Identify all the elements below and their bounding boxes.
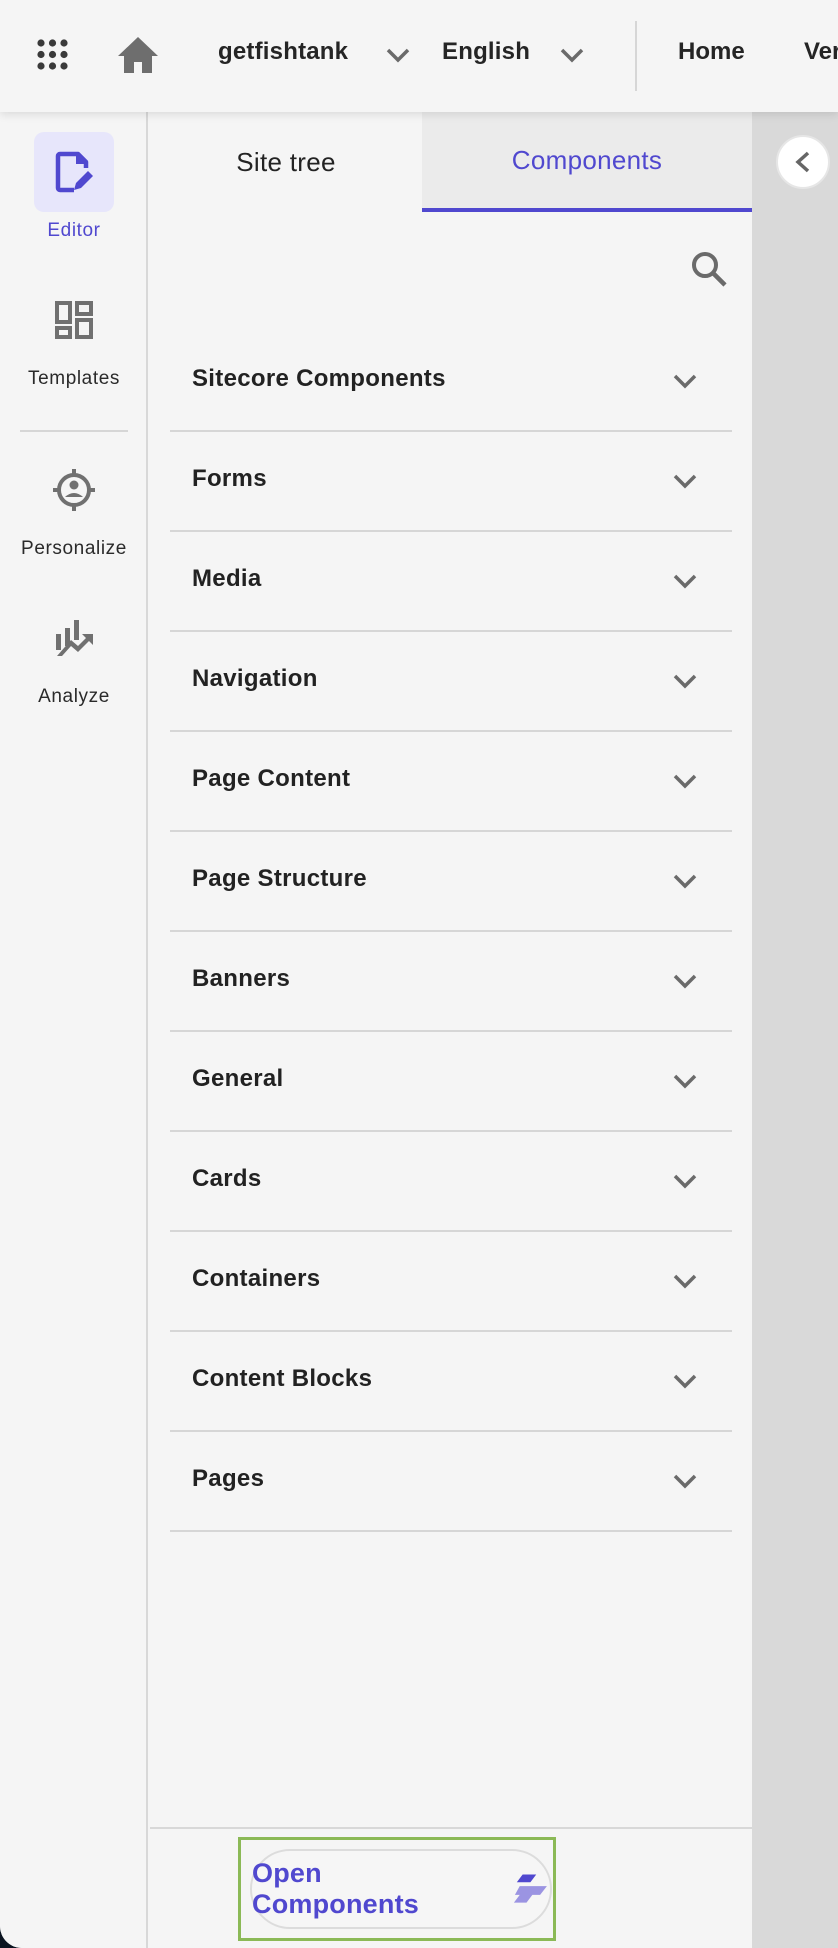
chevron-down-icon [673, 874, 697, 889]
category-item[interactable]: Page Structure [170, 832, 732, 932]
components-logo-icon [514, 1874, 548, 1903]
search-icon [692, 252, 727, 287]
chevron-down-icon [673, 1274, 697, 1289]
panel-footer: Open Components [150, 1827, 752, 1948]
rail-icon-wrap [34, 450, 114, 530]
category-name: General [192, 1065, 284, 1092]
home-icon [118, 37, 158, 73]
category-name: Cards [192, 1165, 262, 1192]
category-item[interactable]: Page Content [170, 732, 732, 832]
rail-item-templates[interactable]: Templates [0, 280, 148, 390]
category-item[interactable]: Banners [170, 932, 732, 1032]
chevron-down-icon [673, 774, 697, 789]
rail-label-templates: Templates [28, 368, 120, 389]
rail-divider [20, 430, 128, 432]
language-selector-chevron-down-icon[interactable] [559, 46, 585, 64]
category-name: Page Content [192, 765, 351, 792]
rail-label-editor: Editor [47, 220, 101, 241]
category-name: Sitecore Components [192, 365, 446, 392]
chevron-down-icon [673, 374, 697, 389]
nav-link-home[interactable]: Home [678, 38, 745, 66]
category-name: Media [192, 565, 262, 592]
chevron-down-icon [673, 574, 697, 589]
category-name: Page Structure [192, 865, 367, 892]
apps-grid-button[interactable] [36, 38, 69, 71]
rail-label-analyze: Analyze [38, 686, 110, 707]
chevron-down-icon [673, 974, 697, 989]
dashboard-layout-icon [55, 301, 93, 339]
home-button[interactable] [117, 36, 159, 74]
topbar-divider [635, 21, 637, 91]
site-selector-chevron-down-icon[interactable] [385, 46, 411, 64]
site-selector[interactable]: getfishtank [218, 38, 348, 66]
page-canvas [752, 112, 838, 1948]
category-name: Content Blocks [192, 1365, 373, 1392]
language-selector[interactable]: English [442, 38, 530, 66]
category-item[interactable]: General [170, 1032, 732, 1132]
category-name: Pages [192, 1465, 265, 1492]
apps-grid-icon [37, 39, 68, 70]
target-person-icon [53, 469, 95, 511]
category-item[interactable]: Pages [170, 1432, 732, 1532]
chevron-left-icon [795, 151, 810, 173]
page-edit-icon [55, 151, 93, 193]
rail-label-personalize: Personalize [21, 538, 127, 559]
category-item[interactable]: Cards [170, 1132, 732, 1232]
top-bar: getfishtank English Home Ver [0, 0, 838, 112]
search-button[interactable] [690, 250, 728, 288]
component-category-list: Sitecore Components Forms Media Navigati… [170, 332, 732, 1532]
category-item[interactable]: Media [170, 532, 732, 632]
chevron-down-icon [673, 1174, 697, 1189]
nav-link-versions[interactable]: Ver [804, 38, 838, 66]
left-rail: Editor Templates Personalize Analyze [0, 112, 148, 1948]
chevron-down-icon [673, 674, 697, 689]
category-item[interactable]: Forms [170, 432, 732, 532]
open-components-button[interactable]: Open Components [250, 1849, 552, 1929]
rail-icon-wrap [34, 132, 114, 212]
category-name: Forms [192, 465, 267, 492]
rail-icon-wrap [34, 598, 114, 678]
category-name: Containers [192, 1265, 321, 1292]
chevron-down-icon [673, 1474, 697, 1489]
rail-icon-wrap [34, 280, 114, 360]
chevron-down-icon [673, 474, 697, 489]
rail-item-analyze[interactable]: Analyze [0, 598, 148, 708]
rail-item-personalize[interactable]: Personalize [0, 450, 148, 560]
tab-components[interactable]: Components [422, 112, 752, 212]
chevron-down-icon [673, 1374, 697, 1389]
tab-site-tree[interactable]: Site tree [150, 112, 422, 212]
panel-tabs: Site tree Components [150, 112, 752, 212]
category-item[interactable]: Content Blocks [170, 1332, 732, 1432]
category-item[interactable]: Containers [170, 1232, 732, 1332]
category-item[interactable]: Sitecore Components [170, 332, 732, 432]
category-name: Navigation [192, 665, 318, 692]
category-name: Banners [192, 965, 291, 992]
rail-item-editor[interactable]: Editor [0, 132, 148, 242]
chevron-down-icon [673, 1074, 697, 1089]
open-components-label: Open Components [252, 1858, 419, 1919]
components-panel: Site tree Components Sitecore Components… [150, 112, 752, 1948]
collapse-panel-button[interactable] [776, 135, 830, 189]
chart-trend-icon [56, 620, 93, 656]
category-item[interactable]: Navigation [170, 632, 732, 732]
app-window: getfishtank English Home Ver Editor Temp… [0, 0, 838, 1948]
